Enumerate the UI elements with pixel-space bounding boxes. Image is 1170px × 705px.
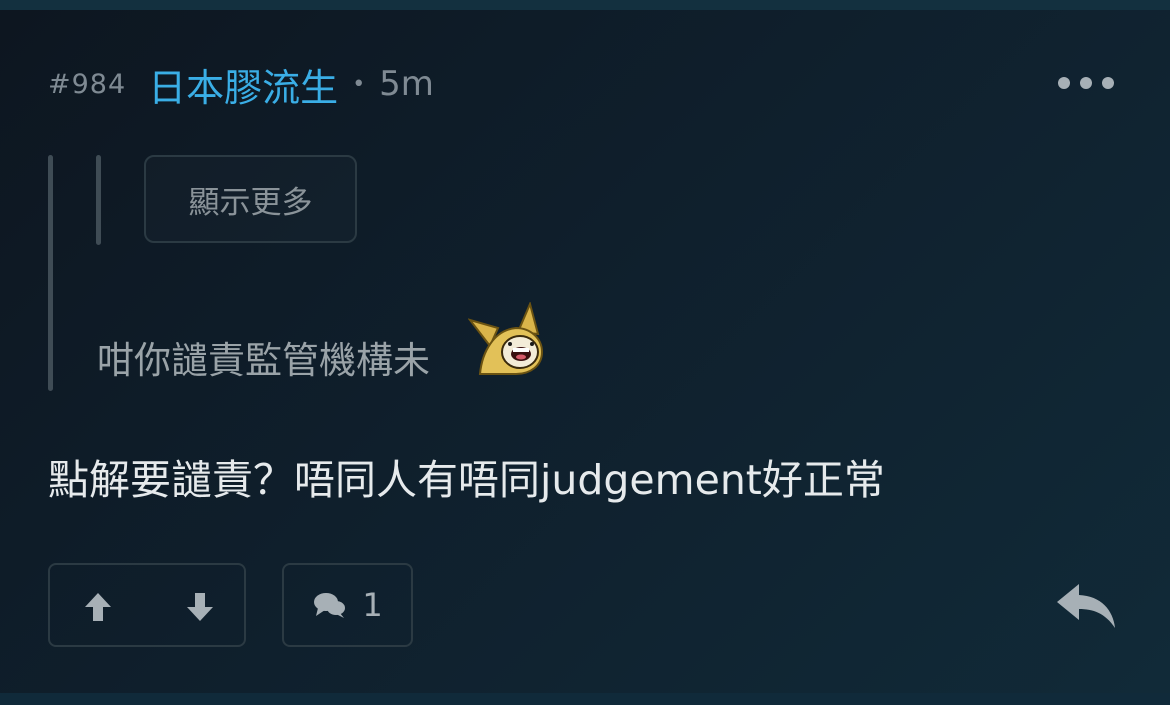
post-header: #984 日本膠流生 • 5m xyxy=(48,52,434,116)
reply-icon[interactable] xyxy=(1055,582,1117,630)
arrow-up-icon xyxy=(85,593,111,621)
floor-number: #984 xyxy=(48,68,127,100)
downvote-button[interactable] xyxy=(180,587,220,627)
more-dot xyxy=(1080,77,1092,89)
vote-group xyxy=(48,563,246,647)
separator-dot: • xyxy=(352,71,366,97)
more-options-icon[interactable] xyxy=(1058,70,1114,96)
top-divider xyxy=(0,0,1170,10)
more-dot xyxy=(1058,77,1070,89)
post-time: 5m xyxy=(379,64,434,104)
more-dot xyxy=(1102,77,1114,89)
sticker-image xyxy=(468,302,544,375)
reply-body-text: 點解要譴責？唔同人有唔同judgement好正常 xyxy=(48,456,885,504)
comment-button[interactable]: 1 xyxy=(282,563,413,647)
bottom-divider xyxy=(0,693,1170,705)
comment-count: 1 xyxy=(362,586,383,624)
arrow-down-icon xyxy=(187,593,213,621)
upvote-button[interactable] xyxy=(78,587,118,627)
comment-icon xyxy=(314,593,346,618)
quote-bar-inner xyxy=(96,155,101,245)
show-more-button[interactable]: 顯示更多 xyxy=(144,155,357,243)
username-link[interactable]: 日本膠流生 xyxy=(148,57,338,112)
quote-bar-outer xyxy=(48,155,53,391)
quoted-text: 咁你譴責監管機構未 xyxy=(97,339,430,382)
